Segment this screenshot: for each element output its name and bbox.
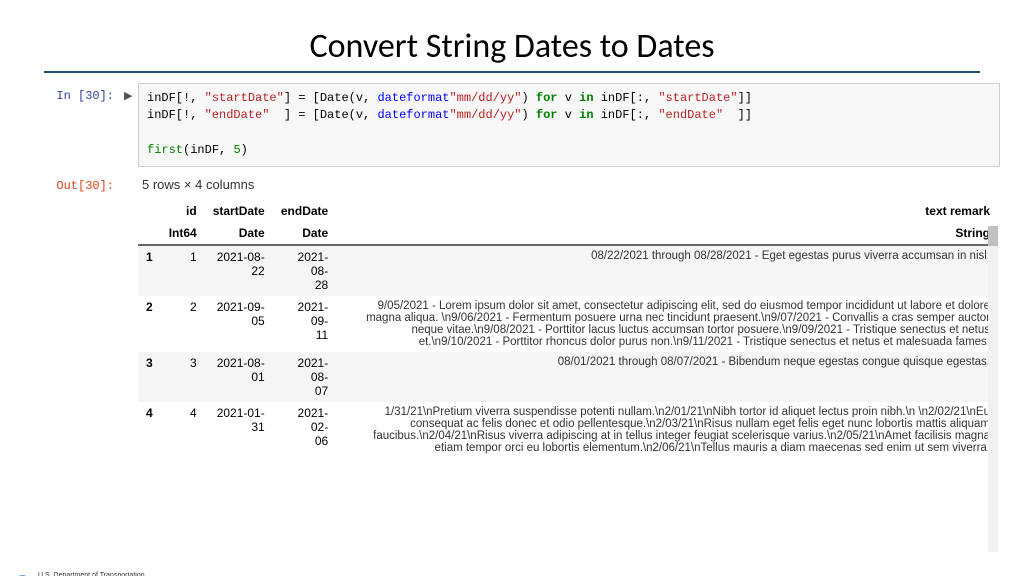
input-prompt: In [30]: bbox=[24, 83, 124, 103]
type-remark: String bbox=[336, 222, 998, 245]
footer-line-1: U.S. Department of Transportation bbox=[38, 572, 172, 576]
table-row: 222021-09-052021-09-119/05/2021 - Lorem … bbox=[138, 296, 998, 352]
cell-date: 2021-01-31 bbox=[205, 402, 273, 458]
cell-date: 2021-08-07 bbox=[273, 352, 336, 402]
cell-date: 2021-09-11 bbox=[273, 296, 336, 352]
cell-index: 3 bbox=[138, 352, 161, 402]
table-row: 332021-08-012021-08-0708/01/2021 through… bbox=[138, 352, 998, 402]
cell-date: 2021-08-28 bbox=[273, 245, 336, 296]
cell-date: 2021-08-01 bbox=[205, 352, 273, 402]
output-cell: Out[30]: 5 rows × 4 columns id startDate… bbox=[24, 173, 1000, 458]
table-row: 442021-01-312021-02-061/31/21\nPretium v… bbox=[138, 402, 998, 458]
col-id: id bbox=[161, 200, 205, 222]
col-end: endDate bbox=[273, 200, 336, 222]
cell-index: 2 bbox=[138, 296, 161, 352]
output-area: 5 rows × 4 columns id startDate endDate … bbox=[138, 173, 1000, 458]
cell-id: 1 bbox=[161, 245, 205, 296]
input-cell: In [30]: ▶ inDF[!, "startDate"] = [Date(… bbox=[24, 83, 1000, 167]
dataframe-shape: 5 rows × 4 columns bbox=[142, 177, 998, 192]
title-rule bbox=[44, 71, 980, 73]
cell-remark: 9/05/2021 - Lorem ipsum dolor sit amet, … bbox=[336, 296, 998, 352]
output-prompt: Out[30]: bbox=[24, 173, 124, 193]
col-remark: text remark bbox=[336, 200, 998, 222]
output-scrollbar[interactable] bbox=[988, 226, 998, 552]
type-start: Date bbox=[205, 222, 273, 245]
table-row: 112021-08-222021-08-2808/22/2021 through… bbox=[138, 245, 998, 296]
cell-date: 2021-02-06 bbox=[273, 402, 336, 458]
notebook: In [30]: ▶ inDF[!, "startDate"] = [Date(… bbox=[24, 83, 1000, 458]
type-index bbox=[138, 222, 161, 245]
cell-date: 2021-08-22 bbox=[205, 245, 273, 296]
cell-index: 4 bbox=[138, 402, 161, 458]
col-start: startDate bbox=[205, 200, 273, 222]
cell-id: 4 bbox=[161, 402, 205, 458]
cell-remark: 08/01/2021 through 08/07/2021 - Bibendum… bbox=[336, 352, 998, 402]
col-index bbox=[138, 200, 161, 222]
cell-index: 1 bbox=[138, 245, 161, 296]
type-id: Int64 bbox=[161, 222, 205, 245]
cell-id: 3 bbox=[161, 352, 205, 402]
cell-remark: 08/22/2021 through 08/28/2021 - Eget ege… bbox=[336, 245, 998, 296]
cell-remark: 1/31/21\nPretium viverra suspendisse pot… bbox=[336, 402, 998, 458]
cell-id: 2 bbox=[161, 296, 205, 352]
cell-date: 2021-09-05 bbox=[205, 296, 273, 352]
table-header-row: id startDate endDate text remark bbox=[138, 200, 998, 222]
scrollbar-thumb[interactable] bbox=[988, 226, 998, 246]
table-types-row: Int64 Date Date String bbox=[138, 222, 998, 245]
footer: U.S. Department of Transportation Office… bbox=[14, 572, 172, 576]
type-end: Date bbox=[273, 222, 336, 245]
run-cell-icon[interactable]: ▶ bbox=[124, 83, 138, 102]
dataframe-table: id startDate endDate text remark Int64 D… bbox=[138, 200, 998, 458]
code-editor[interactable]: inDF[!, "startDate"] = [Date(v, dateform… bbox=[138, 83, 1000, 167]
page-title: Convert String Dates to Dates bbox=[0, 26, 1024, 67]
